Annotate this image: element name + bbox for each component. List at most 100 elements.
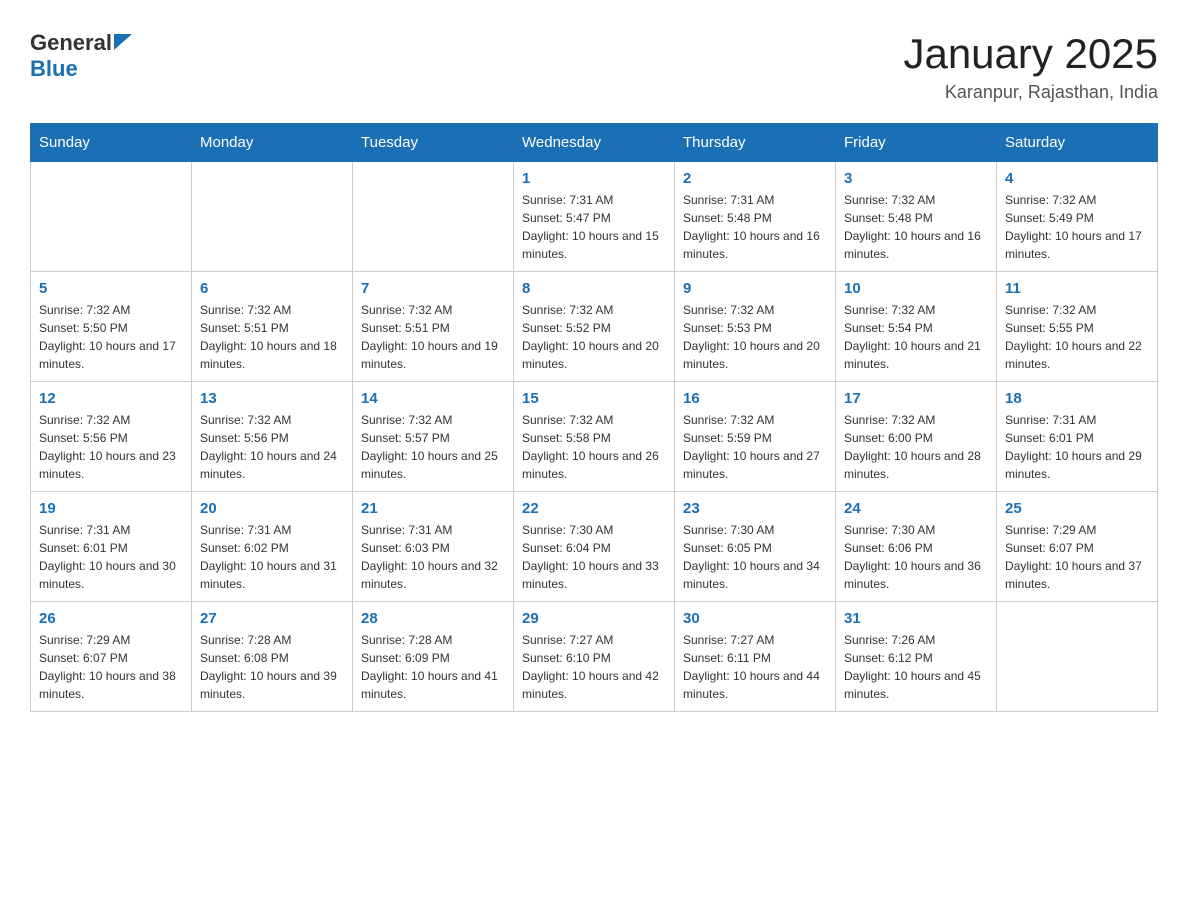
calendar-table: SundayMondayTuesdayWednesdayThursdayFrid… (30, 123, 1158, 712)
calendar-cell (353, 162, 514, 272)
day-info: Sunrise: 7:26 AMSunset: 6:12 PMDaylight:… (844, 631, 988, 703)
day-number: 28 (361, 610, 505, 627)
calendar-cell: 16 Sunrise: 7:32 AMSunset: 5:59 PMDayligh… (675, 382, 836, 492)
day-number: 29 (522, 610, 666, 627)
day-info: Sunrise: 7:32 AMSunset: 5:51 PMDaylight:… (200, 301, 344, 373)
day-number: 19 (39, 500, 183, 517)
day-number: 18 (1005, 390, 1149, 407)
day-info: Sunrise: 7:32 AMSunset: 5:57 PMDaylight:… (361, 411, 505, 483)
day-number: 31 (844, 610, 988, 627)
day-of-week-header: Thursday (675, 124, 836, 162)
calendar-cell: 28 Sunrise: 7:28 AMSunset: 6:09 PMDayligh… (353, 602, 514, 712)
calendar-cell: 14 Sunrise: 7:32 AMSunset: 5:57 PMDayligh… (353, 382, 514, 492)
day-of-week-header: Saturday (997, 124, 1158, 162)
calendar-cell: 20Sunrise: 7:31 AMSunset: 6:02 PMDayligh… (192, 492, 353, 602)
calendar-cell: 2Sunrise: 7:31 AMSunset: 5:48 PMDaylight… (675, 162, 836, 272)
day-number: 27 (200, 610, 344, 627)
day-number: 25 (1005, 500, 1149, 517)
day-number: 1 (522, 170, 666, 187)
day-of-week-header: Sunday (31, 124, 192, 162)
calendar-cell: 18 Sunrise: 7:31 AMSunset: 6:01 PMDayligh… (997, 382, 1158, 492)
calendar-cell: 24 Sunrise: 7:30 AMSunset: 6:06 PMDayligh… (836, 492, 997, 602)
calendar-cell: 31 Sunrise: 7:26 AMSunset: 6:12 PMDayligh… (836, 602, 997, 712)
day-number: 7 (361, 280, 505, 297)
day-number: 30 (683, 610, 827, 627)
day-of-week-header: Friday (836, 124, 997, 162)
day-number: 20 (200, 500, 344, 517)
calendar-cell: 23Sunrise: 7:30 AMSunset: 6:05 PMDayligh… (675, 492, 836, 602)
calendar-cell: 5 Sunrise: 7:32 AMSunset: 5:50 PMDaylight… (31, 272, 192, 382)
day-info: Sunrise: 7:32 AMSunset: 5:56 PMDaylight:… (200, 411, 344, 483)
calendar-cell: 12 Sunrise: 7:32 AMSunset: 5:56 PMDayligh… (31, 382, 192, 492)
calendar-cell (31, 162, 192, 272)
calendar-cell: 30 Sunrise: 7:27 AMSunset: 6:11 PMDayligh… (675, 602, 836, 712)
calendar-cell: 4Sunrise: 7:32 AMSunset: 5:49 PMDaylight… (997, 162, 1158, 272)
day-info: Sunrise: 7:28 AMSunset: 6:09 PMDaylight:… (361, 631, 505, 703)
logo-general-text: General (30, 30, 112, 56)
day-info: Sunrise: 7:29 AMSunset: 6:07 PMDaylight:… (39, 631, 183, 703)
calendar-header-row: SundayMondayTuesdayWednesdayThursdayFrid… (31, 124, 1158, 162)
day-info: Sunrise: 7:32 AMSunset: 5:53 PMDaylight:… (683, 301, 827, 373)
day-info: Sunrise: 7:27 AMSunset: 6:11 PMDaylight:… (683, 631, 827, 703)
day-info: Sunrise: 7:31 AMSunset: 6:01 PMDaylight:… (1005, 411, 1149, 483)
day-number: 23 (683, 500, 827, 517)
day-info: Sunrise: 7:32 AMSunset: 5:55 PMDaylight:… (1005, 301, 1149, 373)
calendar-cell: 8 Sunrise: 7:32 AMSunset: 5:52 PMDaylight… (514, 272, 675, 382)
day-number: 13 (200, 390, 344, 407)
calendar-cell: 26Sunrise: 7:29 AMSunset: 6:07 PMDayligh… (31, 602, 192, 712)
calendar-cell: 19 Sunrise: 7:31 AMSunset: 6:01 PMDayligh… (31, 492, 192, 602)
day-number: 12 (39, 390, 183, 407)
calendar-cell: 17 Sunrise: 7:32 AMSunset: 6:00 PMDayligh… (836, 382, 997, 492)
calendar-week-row: 26Sunrise: 7:29 AMSunset: 6:07 PMDayligh… (31, 602, 1158, 712)
logo-blue-text: Blue (30, 56, 78, 81)
calendar-cell: 7 Sunrise: 7:32 AMSunset: 5:51 PMDaylight… (353, 272, 514, 382)
day-info: Sunrise: 7:32 AMSunset: 5:50 PMDaylight:… (39, 301, 183, 373)
day-number: 14 (361, 390, 505, 407)
day-of-week-header: Monday (192, 124, 353, 162)
day-info: Sunrise: 7:31 AMSunset: 5:48 PMDaylight:… (683, 191, 827, 263)
calendar-cell: 27 Sunrise: 7:28 AMSunset: 6:08 PMDayligh… (192, 602, 353, 712)
day-number: 22 (522, 500, 666, 517)
calendar-cell: 21Sunrise: 7:31 AMSunset: 6:03 PMDayligh… (353, 492, 514, 602)
calendar-cell: 25Sunrise: 7:29 AMSunset: 6:07 PMDayligh… (997, 492, 1158, 602)
day-of-week-header: Wednesday (514, 124, 675, 162)
day-number: 9 (683, 280, 827, 297)
day-info: Sunrise: 7:32 AMSunset: 5:54 PMDaylight:… (844, 301, 988, 373)
day-number: 16 (683, 390, 827, 407)
day-info: Sunrise: 7:31 AMSunset: 6:03 PMDaylight:… (361, 521, 505, 593)
calendar-cell: 1 Sunrise: 7:31 AMSunset: 5:47 PMDaylight… (514, 162, 675, 272)
day-info: Sunrise: 7:32 AMSunset: 5:51 PMDaylight:… (361, 301, 505, 373)
page-header: General Blue January 2025 Karanpur, Raja… (30, 30, 1158, 103)
day-number: 11 (1005, 280, 1149, 297)
day-info: Sunrise: 7:27 AMSunset: 6:10 PMDaylight:… (522, 631, 666, 703)
logo: General Blue (30, 30, 132, 82)
day-info: Sunrise: 7:32 AMSunset: 5:56 PMDaylight:… (39, 411, 183, 483)
calendar-cell: 9 Sunrise: 7:32 AMSunset: 5:53 PMDaylight… (675, 272, 836, 382)
calendar-week-row: 19 Sunrise: 7:31 AMSunset: 6:01 PMDayligh… (31, 492, 1158, 602)
day-info: Sunrise: 7:28 AMSunset: 6:08 PMDaylight:… (200, 631, 344, 703)
calendar-week-row: 12 Sunrise: 7:32 AMSunset: 5:56 PMDayligh… (31, 382, 1158, 492)
calendar-cell: 10Sunrise: 7:32 AMSunset: 5:54 PMDayligh… (836, 272, 997, 382)
calendar-cell: 13 Sunrise: 7:32 AMSunset: 5:56 PMDayligh… (192, 382, 353, 492)
day-info: Sunrise: 7:32 AMSunset: 5:48 PMDaylight:… (844, 191, 988, 263)
day-number: 8 (522, 280, 666, 297)
day-info: Sunrise: 7:31 AMSunset: 5:47 PMDaylight:… (522, 191, 666, 263)
day-number: 5 (39, 280, 183, 297)
day-info: Sunrise: 7:32 AMSunset: 5:59 PMDaylight:… (683, 411, 827, 483)
day-number: 24 (844, 500, 988, 517)
day-number: 17 (844, 390, 988, 407)
calendar-cell: 29 Sunrise: 7:27 AMSunset: 6:10 PMDayligh… (514, 602, 675, 712)
calendar-cell: 15Sunrise: 7:32 AMSunset: 5:58 PMDayligh… (514, 382, 675, 492)
calendar-cell (997, 602, 1158, 712)
day-number: 15 (522, 390, 666, 407)
day-number: 6 (200, 280, 344, 297)
day-info: Sunrise: 7:30 AMSunset: 6:06 PMDaylight:… (844, 521, 988, 593)
calendar-cell (192, 162, 353, 272)
day-of-week-header: Tuesday (353, 124, 514, 162)
logo-triangle-icon (114, 34, 132, 50)
day-info: Sunrise: 7:31 AMSunset: 6:01 PMDaylight:… (39, 521, 183, 593)
calendar-cell: 11 Sunrise: 7:32 AMSunset: 5:55 PMDayligh… (997, 272, 1158, 382)
day-info: Sunrise: 7:32 AMSunset: 5:52 PMDaylight:… (522, 301, 666, 373)
day-info: Sunrise: 7:32 AMSunset: 6:00 PMDaylight:… (844, 411, 988, 483)
title-section: January 2025 Karanpur, Rajasthan, India (903, 30, 1158, 103)
